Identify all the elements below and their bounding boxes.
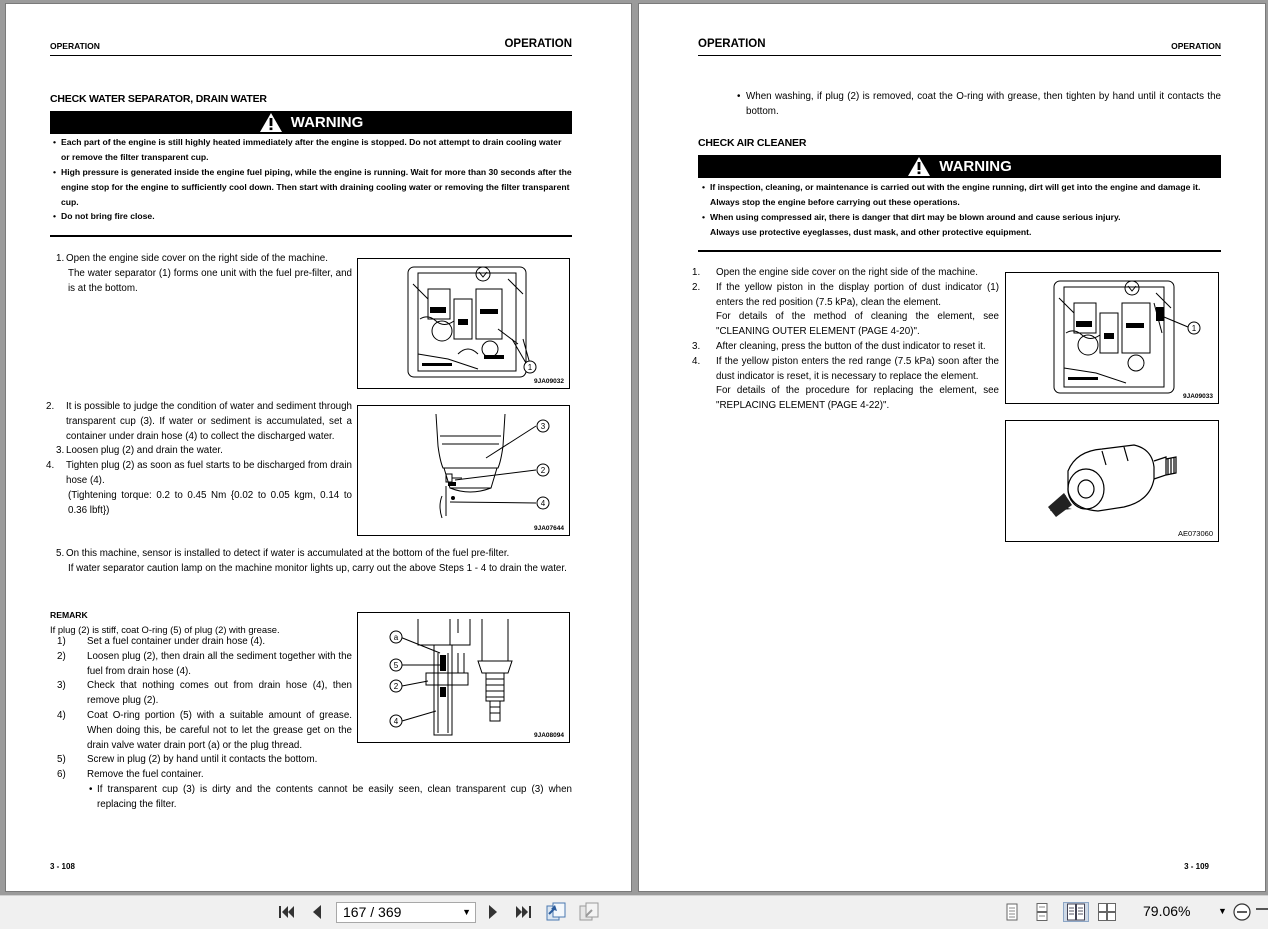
warning-end-rule bbox=[698, 250, 1221, 252]
header-right-big: OPERATION bbox=[698, 38, 766, 50]
svg-text:a: a bbox=[394, 633, 399, 642]
warning-item: • Do not bring fire close. bbox=[53, 211, 155, 221]
warning-triangle-icon bbox=[259, 113, 282, 132]
warning-bar: WARNING bbox=[50, 111, 572, 134]
steps-2-4: 2. It is possible to judge the condition … bbox=[46, 401, 352, 516]
svg-text:5: 5 bbox=[394, 661, 399, 670]
step-1: 1. Open the engine side cover on the righ… bbox=[56, 253, 352, 294]
warning-triangle-icon bbox=[908, 157, 931, 176]
next-view-icon[interactable] bbox=[578, 902, 600, 922]
cup-illustration: 3 2 4 bbox=[435, 413, 550, 519]
svg-text:2: 2 bbox=[541, 466, 546, 475]
page-number-left: 3 - 108 bbox=[50, 862, 75, 871]
air-cleaner-steps: 1. Open the engine side cover on the righ… bbox=[692, 267, 999, 412]
svg-text:1: 1 bbox=[1192, 324, 1197, 333]
document-viewer[interactable]: OPERATION OPERATION CHECK WATER SEPARATO… bbox=[0, 0, 1268, 895]
svg-text:1: 1 bbox=[528, 363, 533, 372]
prev-page-icon[interactable] bbox=[306, 902, 328, 922]
figure-fuel-prefilter: 1 9JA09032 bbox=[357, 258, 570, 389]
zoom-out-icon[interactable] bbox=[1231, 902, 1253, 922]
section-title-water-separator: CHECK WATER SEPARATOR, DRAIN WATER bbox=[50, 93, 267, 105]
single-page-icon[interactable] bbox=[1001, 902, 1023, 922]
svg-text:2: 2 bbox=[394, 682, 399, 691]
figure-transparent-cup: 3 2 4 9JA07644 bbox=[357, 405, 570, 536]
figure-code: 9JA08094 bbox=[534, 732, 564, 739]
plug-illustration: a 5 2 4 bbox=[389, 619, 513, 736]
warning-label: WARNING bbox=[290, 114, 364, 131]
figure-code: 9JA07644 bbox=[534, 525, 564, 532]
warning-end-rule bbox=[50, 235, 572, 237]
zoom-dropdown-icon[interactable]: ▼ bbox=[1218, 906, 1227, 916]
zoom-slider[interactable] bbox=[1256, 908, 1268, 910]
last-page-icon[interactable] bbox=[512, 902, 534, 922]
warning-item: • High pressure is generated inside the e… bbox=[53, 167, 572, 207]
dust-indicator-illustration bbox=[1048, 444, 1177, 517]
header-left-small: OPERATION bbox=[50, 41, 100, 51]
header-rule bbox=[698, 55, 1221, 56]
page-right: OPERATION OPERATION • When washing, if pl… bbox=[639, 4, 1265, 891]
warning-item: • If inspection, cleaning, or maintenance… bbox=[702, 182, 1201, 207]
remark-steps: 1) Set a fuel container under drain hose … bbox=[57, 636, 352, 781]
warning-item: • Each part of the engine is still highly… bbox=[53, 137, 562, 162]
svg-text:3: 3 bbox=[541, 422, 546, 431]
warning-label: WARNING bbox=[939, 158, 1012, 175]
page-number-right: 3 - 109 bbox=[1184, 862, 1209, 871]
figure-code: 9JA09033 bbox=[1183, 393, 1213, 400]
remark-title: REMARK bbox=[50, 610, 88, 620]
top-bullet: • When washing, if plug (2) is removed, c… bbox=[737, 91, 1221, 117]
continuous-facing-icon[interactable] bbox=[1096, 902, 1118, 922]
step-5: 5. On this machine, sensor is installed t… bbox=[56, 548, 567, 574]
warning-item: • When using compressed air, there is dan… bbox=[702, 212, 1121, 237]
chevron-down-icon[interactable]: ▼ bbox=[462, 903, 471, 922]
figure-plug-oring: a 5 2 4 9JA08094 bbox=[357, 612, 570, 743]
first-page-icon[interactable] bbox=[276, 902, 298, 922]
continuous-icon[interactable] bbox=[1031, 902, 1053, 922]
figure-dust-indicator-location: 1 9JA09033 bbox=[1005, 272, 1219, 404]
engine-illustration: 1 bbox=[407, 266, 537, 378]
header-left-big: OPERATION bbox=[504, 38, 572, 50]
figure-code: 9JA09032 bbox=[534, 378, 564, 385]
warning-bar: WARNING bbox=[698, 155, 1221, 178]
page-left: OPERATION OPERATION CHECK WATER SEPARATO… bbox=[6, 4, 631, 891]
remark-section: REMARK If plug (2) is stiff, coat O-ring… bbox=[50, 608, 352, 638]
bottom-toolbar: 167 / 369 ▼ 79.06% ▼ bbox=[0, 895, 1268, 929]
zoom-level[interactable]: 79.06% bbox=[1143, 903, 1190, 919]
page-number-input[interactable]: 167 / 369 ▼ bbox=[336, 902, 476, 923]
facing-icon[interactable] bbox=[1063, 902, 1089, 922]
svg-text:4: 4 bbox=[541, 499, 546, 508]
prev-view-icon[interactable] bbox=[545, 902, 567, 922]
remark-bullet: • If transparent cup (3) is dirty and the… bbox=[89, 784, 572, 810]
header-right-small: OPERATION bbox=[1171, 41, 1221, 51]
svg-text:4: 4 bbox=[394, 717, 399, 726]
header-rule bbox=[50, 55, 572, 56]
section-title-air-cleaner: CHECK AIR CLEANER bbox=[698, 137, 807, 149]
figure-code: AE073060 bbox=[1177, 529, 1213, 538]
figure-dust-indicator: AE073060 bbox=[1005, 420, 1219, 542]
engine-illustration: 1 bbox=[1053, 280, 1201, 394]
next-page-icon[interactable] bbox=[482, 902, 504, 922]
